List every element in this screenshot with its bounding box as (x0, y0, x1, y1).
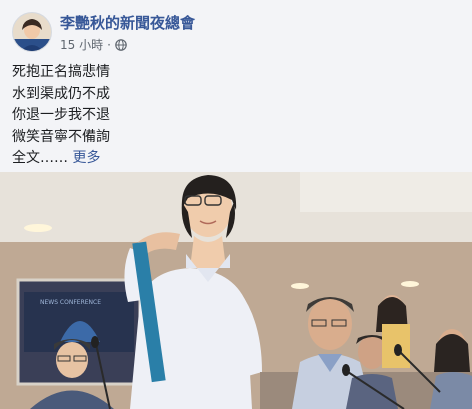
page-avatar[interactable] (12, 12, 52, 52)
avatar-image (13, 13, 51, 51)
globe-icon[interactable] (115, 38, 127, 51)
post-timestamp[interactable]: 15 小時 (60, 36, 103, 53)
screen-text: NEWS CONFERENCE (40, 299, 101, 306)
post-line: 你退一步我不退 (12, 107, 110, 123)
post-header: 李艷秋的新聞夜總會 15 小時 · (0, 0, 472, 58)
facebook-post: 李艷秋的新聞夜總會 15 小時 · 死抱正名搞悲情 水到渠成仍不成 你退一步我不… (0, 0, 472, 409)
meta-separator: · (107, 37, 111, 52)
post-line: 水到渠成仍不成 (12, 85, 110, 102)
post-line: 微笑音寧不備詢 (12, 128, 110, 145)
post-line-truncated: 全文…… 更多 (12, 148, 110, 170)
page-name-link[interactable]: 李艷秋的新聞夜總會 (60, 12, 195, 33)
post-photo[interactable]: NEWS CONFERENCE (0, 172, 472, 409)
post-line: 死抱正名搞悲情 (12, 64, 110, 80)
post-message: 死抱正名搞悲情 水到渠成仍不成 你退一步我不退 微笑音寧不備詢 全文…… 更多 (12, 62, 110, 170)
truncated-prefix: 全文…… (12, 150, 68, 166)
post-meta: 15 小時 · (60, 36, 127, 53)
photo-scene: NEWS CONFERENCE (0, 172, 472, 409)
see-more-link[interactable]: 更多 (72, 150, 100, 166)
